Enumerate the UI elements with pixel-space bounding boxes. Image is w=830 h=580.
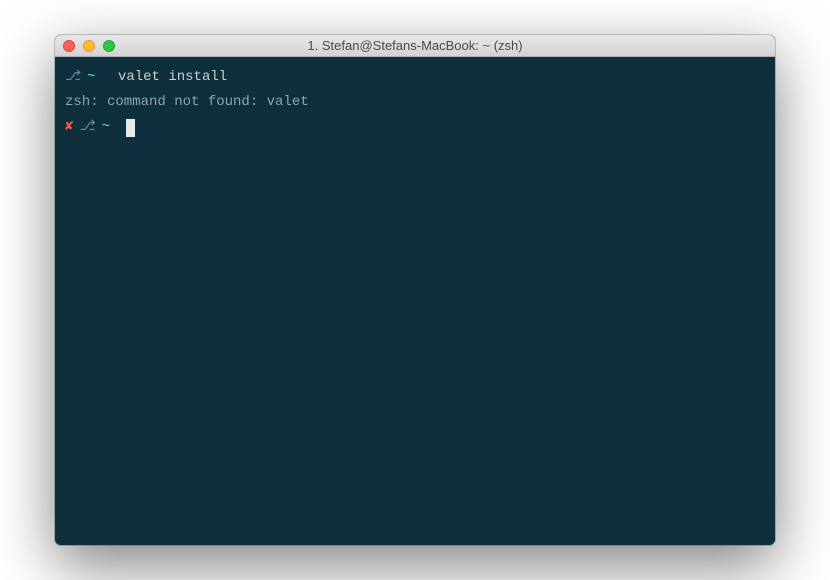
window-title: 1. Stefan@Stefans-MacBook: ~ (zsh) bbox=[55, 38, 775, 53]
minimize-icon[interactable] bbox=[83, 40, 95, 52]
prompt-line-2: ✘ ⎇ ~ bbox=[65, 115, 765, 140]
prompt-line-1: ⎇ ~ valet install bbox=[65, 65, 765, 90]
error-output: zsh: command not found: valet bbox=[65, 90, 309, 115]
terminal-window: 1. Stefan@Stefans-MacBook: ~ (zsh) ⎇ ~ v… bbox=[55, 35, 775, 545]
git-branch-icon: ⎇ bbox=[65, 65, 81, 90]
cursor bbox=[126, 119, 135, 137]
close-icon[interactable] bbox=[63, 40, 75, 52]
titlebar[interactable]: 1. Stefan@Stefans-MacBook: ~ (zsh) bbox=[55, 35, 775, 57]
traffic-lights bbox=[55, 40, 115, 52]
prompt-path: ~ bbox=[87, 65, 95, 90]
prompt-path: ~ bbox=[102, 115, 110, 140]
git-branch-icon: ⎇ bbox=[79, 115, 95, 140]
maximize-icon[interactable] bbox=[103, 40, 115, 52]
command-text: valet install bbox=[110, 65, 228, 90]
error-status-icon: ✘ bbox=[65, 115, 73, 140]
output-line: zsh: command not found: valet bbox=[65, 90, 765, 115]
terminal-body[interactable]: ⎇ ~ valet install zsh: command not found… bbox=[55, 57, 775, 545]
